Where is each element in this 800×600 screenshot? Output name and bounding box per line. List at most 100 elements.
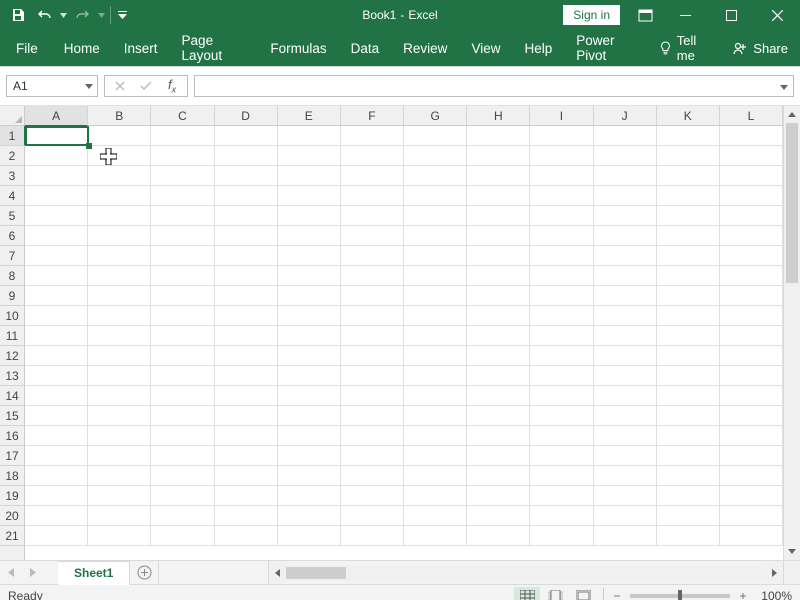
cell-J19[interactable]: [594, 486, 657, 506]
cell-F10[interactable]: [341, 306, 404, 326]
cell-L12[interactable]: [720, 346, 783, 366]
row-header-2[interactable]: 2: [0, 146, 24, 166]
column-header-K[interactable]: K: [657, 106, 720, 125]
cell-L1[interactable]: [720, 126, 783, 146]
scroll-thumb[interactable]: [786, 123, 798, 283]
cell-C4[interactable]: [151, 186, 214, 206]
cell-D2[interactable]: [215, 146, 278, 166]
cell-K2[interactable]: [657, 146, 720, 166]
cell-E14[interactable]: [278, 386, 341, 406]
undo-button[interactable]: [32, 3, 56, 27]
cell-E12[interactable]: [278, 346, 341, 366]
cell-A20[interactable]: [25, 506, 88, 526]
row-header-15[interactable]: 15: [0, 406, 24, 426]
cell-L3[interactable]: [720, 166, 783, 186]
cell-F11[interactable]: [341, 326, 404, 346]
cell-H16[interactable]: [467, 426, 530, 446]
row-header-8[interactable]: 8: [0, 266, 24, 286]
cell-G3[interactable]: [404, 166, 467, 186]
cell-E16[interactable]: [278, 426, 341, 446]
cell-D7[interactable]: [215, 246, 278, 266]
vertical-scrollbar[interactable]: [783, 106, 800, 560]
cell-F21[interactable]: [341, 526, 404, 546]
cell-D10[interactable]: [215, 306, 278, 326]
cell-C16[interactable]: [151, 426, 214, 446]
row-header-19[interactable]: 19: [0, 486, 24, 506]
cell-C8[interactable]: [151, 266, 214, 286]
cell-A8[interactable]: [25, 266, 88, 286]
cell-F9[interactable]: [341, 286, 404, 306]
cell-L9[interactable]: [720, 286, 783, 306]
cell-E1[interactable]: [278, 126, 341, 146]
cell-E2[interactable]: [278, 146, 341, 166]
cell-G2[interactable]: [404, 146, 467, 166]
cell-L16[interactable]: [720, 426, 783, 446]
cell-B10[interactable]: [88, 306, 151, 326]
cell-H5[interactable]: [467, 206, 530, 226]
cell-B21[interactable]: [88, 526, 151, 546]
cell-H10[interactable]: [467, 306, 530, 326]
cell-B15[interactable]: [88, 406, 151, 426]
cell-F7[interactable]: [341, 246, 404, 266]
cell-C7[interactable]: [151, 246, 214, 266]
cell-I20[interactable]: [530, 506, 593, 526]
cell-A3[interactable]: [25, 166, 88, 186]
cell-G20[interactable]: [404, 506, 467, 526]
scroll-left-button[interactable]: [269, 561, 286, 584]
cell-C6[interactable]: [151, 226, 214, 246]
cell-B20[interactable]: [88, 506, 151, 526]
cell-E8[interactable]: [278, 266, 341, 286]
cell-J1[interactable]: [594, 126, 657, 146]
cell-G1[interactable]: [404, 126, 467, 146]
cell-E10[interactable]: [278, 306, 341, 326]
cell-C12[interactable]: [151, 346, 214, 366]
cell-L18[interactable]: [720, 466, 783, 486]
cell-D19[interactable]: [215, 486, 278, 506]
sheet-tab-sheet1[interactable]: Sheet1: [58, 561, 130, 584]
cell-I7[interactable]: [530, 246, 593, 266]
cell-A19[interactable]: [25, 486, 88, 506]
tab-review[interactable]: Review: [391, 30, 459, 66]
cell-F14[interactable]: [341, 386, 404, 406]
cell-L6[interactable]: [720, 226, 783, 246]
cell-G6[interactable]: [404, 226, 467, 246]
cell-D16[interactable]: [215, 426, 278, 446]
cell-E15[interactable]: [278, 406, 341, 426]
cancel-formula-button[interactable]: [109, 76, 131, 96]
cell-A6[interactable]: [25, 226, 88, 246]
cell-A13[interactable]: [25, 366, 88, 386]
cell-I13[interactable]: [530, 366, 593, 386]
cell-A17[interactable]: [25, 446, 88, 466]
row-header-5[interactable]: 5: [0, 206, 24, 226]
cell-K1[interactable]: [657, 126, 720, 146]
cell-K4[interactable]: [657, 186, 720, 206]
column-header-A[interactable]: A: [25, 106, 88, 127]
cell-L5[interactable]: [720, 206, 783, 226]
cells-area[interactable]: [25, 126, 783, 560]
cell-K19[interactable]: [657, 486, 720, 506]
cell-E11[interactable]: [278, 326, 341, 346]
cell-A1[interactable]: [25, 126, 88, 146]
close-button[interactable]: [754, 0, 800, 30]
tell-me-search[interactable]: Tell me: [650, 33, 721, 63]
tab-help[interactable]: Help: [512, 30, 564, 66]
cell-B11[interactable]: [88, 326, 151, 346]
cell-D11[interactable]: [215, 326, 278, 346]
cell-B4[interactable]: [88, 186, 151, 206]
cell-A5[interactable]: [25, 206, 88, 226]
cell-H11[interactable]: [467, 326, 530, 346]
cell-B5[interactable]: [88, 206, 151, 226]
row-header-1[interactable]: 1: [0, 126, 26, 146]
cell-J9[interactable]: [594, 286, 657, 306]
row-header-20[interactable]: 20: [0, 506, 24, 526]
cell-F16[interactable]: [341, 426, 404, 446]
cell-L11[interactable]: [720, 326, 783, 346]
cell-A4[interactable]: [25, 186, 88, 206]
cell-I2[interactable]: [530, 146, 593, 166]
column-header-G[interactable]: G: [404, 106, 467, 125]
cell-J3[interactable]: [594, 166, 657, 186]
cell-L19[interactable]: [720, 486, 783, 506]
cell-B18[interactable]: [88, 466, 151, 486]
cell-F5[interactable]: [341, 206, 404, 226]
cell-G9[interactable]: [404, 286, 467, 306]
